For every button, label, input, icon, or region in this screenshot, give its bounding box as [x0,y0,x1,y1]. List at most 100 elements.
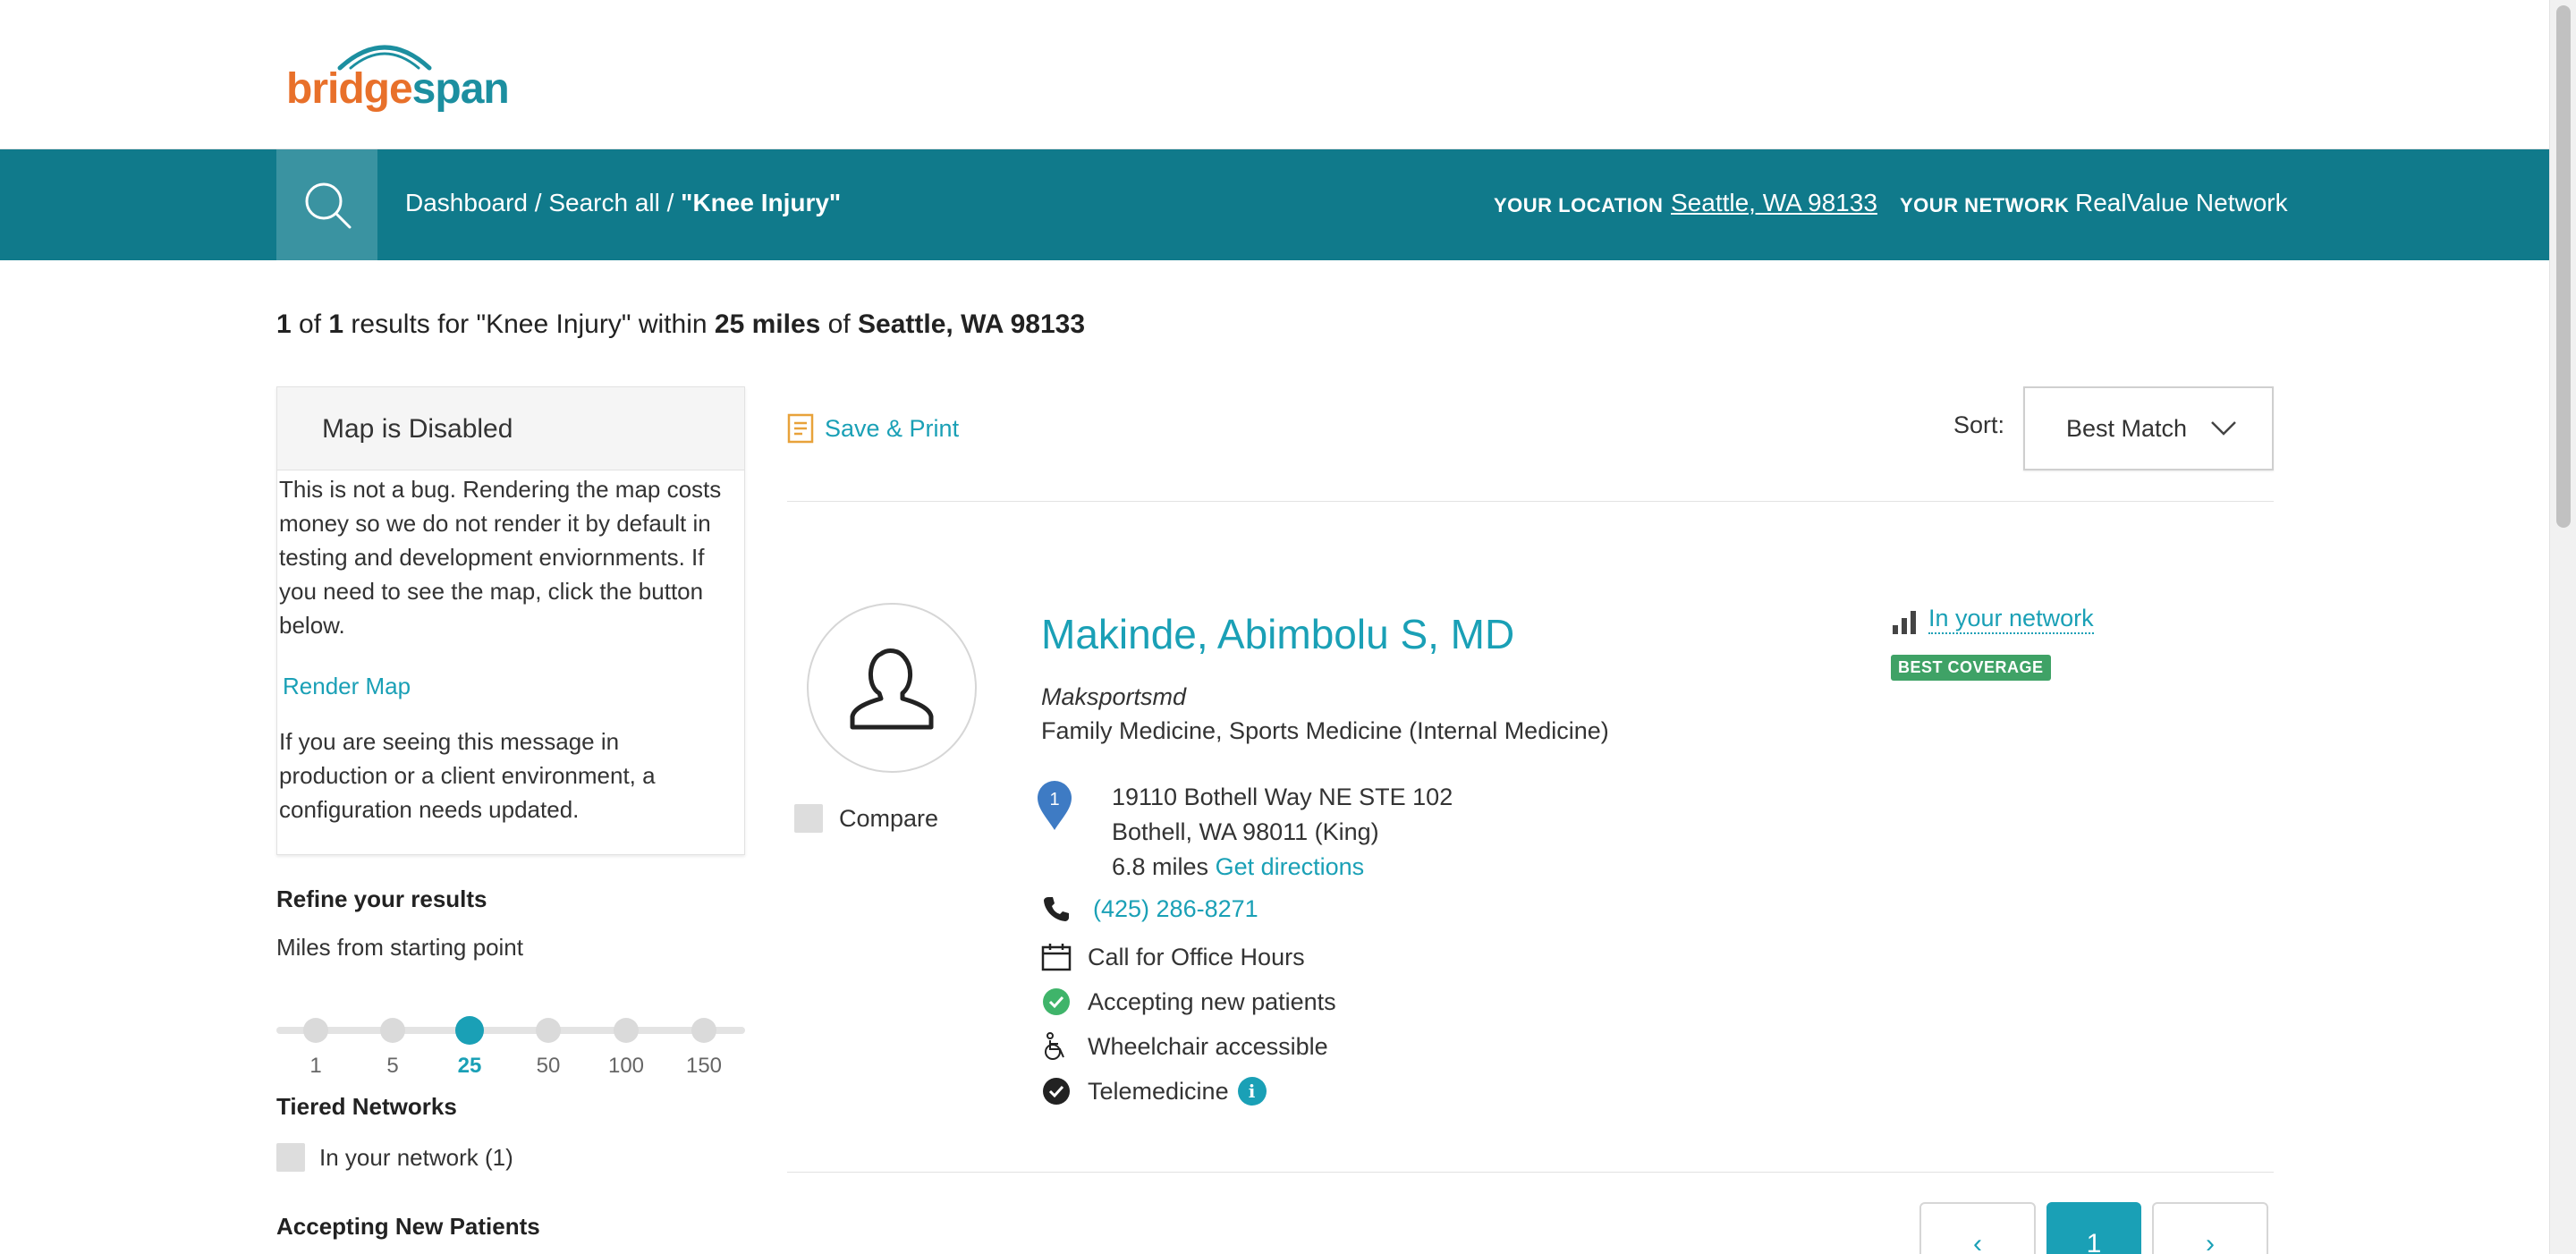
slider-label: 50 [536,1054,561,1078]
slider-stop-5[interactable] [380,1018,405,1043]
page: bridgespan Dashboard / Search all / "Kne… [0,0,2549,1254]
page-scrollbar[interactable] [2549,0,2576,1254]
results-summary: 1 of 1 results for "Knee Injury" within … [276,309,1085,340]
logo-part-bridge: bridge [286,65,413,113]
bridgespan-logo[interactable]: bridgespan [286,36,510,116]
signal-bars-icon [1893,611,1916,634]
wheelchair-icon [1041,1031,1072,1062]
summary-miles: 25 miles [714,309,821,339]
in-your-network-label: In your network [1928,605,2094,634]
slider-stop-25[interactable] [455,1016,484,1045]
pagination-prev-button[interactable]: ‹ [1919,1202,2036,1254]
address-line1: 19110 Bothell Way NE STE 102 [1112,784,1453,810]
map-panel: Map is Disabled This is not a bug. Rende… [276,386,745,855]
provider-name-link[interactable]: Makinde, Abimbolu S, MD [1041,610,1514,658]
info-icon[interactable]: i [1237,1077,1267,1106]
save-print-label: Save & Print [825,414,960,442]
map-panel-body: This is not a bug. Rendering the map cos… [277,470,744,826]
network-label: YOUR NETWORK [1900,194,2070,216]
search-icon [305,182,351,229]
compare-toggle[interactable]: Compare [794,804,938,833]
best-coverage-badge: BEST COVERAGE [1891,655,2051,681]
search-button[interactable] [276,149,377,260]
nav-bar: Dashboard / Search all / "Knee Injury" Y… [0,149,2549,260]
breadcrumb: Dashboard / Search all / "Knee Injury" [405,189,841,217]
tier-filter-row[interactable]: In your network (1) [276,1143,513,1172]
phone-link[interactable]: (425) 286-8271 [1093,895,1258,923]
location-link[interactable]: Seattle, WA 98133 [1671,189,1877,217]
slider-stop-150[interactable] [691,1018,716,1043]
toolbar-divider [787,501,2274,502]
check-circle-dark-icon [1041,1076,1072,1106]
accepting-patients-title: Accepting New Patients [276,1213,540,1240]
in-network-label: In your network (1) [319,1143,513,1171]
slider-label: 1 [309,1054,322,1078]
provider-address: 19110 Bothell Way NE STE 102 Bothell, WA… [1112,780,1453,885]
chevron-down-icon [2211,421,2236,436]
slider-label: 100 [607,1054,645,1078]
slider-stop-100[interactable] [614,1018,639,1043]
map-pin-icon: 1 [1038,781,1072,830]
compare-checkbox[interactable] [794,804,823,833]
result-total: 1 [328,309,344,339]
slider-label-selected: 25 [457,1054,482,1078]
summary-of-2: of [820,309,859,339]
summary-location: Seattle, WA 98133 [858,309,1086,339]
provider-avatar [807,603,977,773]
calendar-icon [1041,942,1072,972]
tiered-networks-title: Tiered Networks [276,1093,457,1120]
map-panel-title: Map is Disabled [277,387,744,470]
wheelchair-accessible: Wheelchair accessible [1088,1032,1328,1060]
slider-track[interactable] [276,1027,745,1034]
office-hours: Call for Office Hours [1088,943,1305,970]
person-icon [850,648,934,730]
pagination-next-button[interactable]: › [2152,1202,2268,1254]
network-value: RealValue Network [2075,189,2288,216]
render-map-link[interactable]: Render Map [283,669,732,703]
breadcrumb-current: "Knee Injury" [681,189,842,216]
logo-part-span: span [411,65,510,113]
phone-icon [1041,894,1072,924]
hours-row: Call for Office Hours [1041,942,1305,972]
pin-number: 1 [1049,790,1059,809]
slider-label: 5 [386,1054,399,1078]
summary-of: of [291,309,329,339]
refine-title: Refine your results [276,885,487,912]
logo-wordmark: bridgespan [286,64,510,114]
summary-query: results for "Knee Injury" within [343,309,715,339]
map-message: This is not a bug. Rendering the map cos… [279,476,722,639]
result-divider [787,1172,2274,1173]
document-icon [787,413,814,444]
sort-label: Sort: [1953,411,2005,438]
scrollbar-thumb[interactable] [2556,5,2571,528]
wheelchair-row: Wheelchair accessible [1041,1031,1328,1062]
telemedicine-row: Telemedicine i [1041,1076,1267,1106]
location-label: YOUR LOCATION [1494,194,1664,216]
address-line2: Bothell, WA 98011 (King) [1112,818,1379,845]
slider-stop-50[interactable] [536,1018,561,1043]
get-directions-link[interactable]: Get directions [1216,853,1365,880]
map-footer: If you are seeing this message in produc… [279,728,656,823]
breadcrumb-path[interactable]: Dashboard / Search all / [405,189,681,216]
distance-slider[interactable]: 1 5 25 50 100 150 [276,1011,745,1091]
check-circle-icon [1041,987,1072,1017]
result-count: 1 [276,309,292,339]
distance: 6.8 miles [1112,853,1209,880]
phone-row: (425) 286-8271 [1041,894,1258,924]
compare-label: Compare [839,804,939,832]
save-print-button[interactable]: Save & Print [787,413,959,444]
practice-name: Maksportsmd [1041,683,1187,710]
sort-value: Best Match [2066,414,2188,442]
accepting-row: Accepting new patients [1041,987,1336,1017]
in-network-checkbox[interactable] [276,1143,305,1172]
telemedicine: Telemedicine [1088,1077,1229,1105]
top-header: bridgespan [0,0,2549,149]
distance-row: 6.8 miles Get directions [1112,850,1453,885]
miles-label: Miles from starting point [276,934,523,961]
slider-label: 150 [685,1054,723,1078]
in-your-network-link[interactable]: In your network [1891,605,2094,634]
pagination-page-1[interactable]: 1 [2046,1202,2141,1254]
slider-stop-1[interactable] [303,1018,328,1043]
provider-specialty: Family Medicine, Sports Medicine (Intern… [1041,717,1609,744]
sort-select[interactable]: Best Match [2023,386,2274,470]
